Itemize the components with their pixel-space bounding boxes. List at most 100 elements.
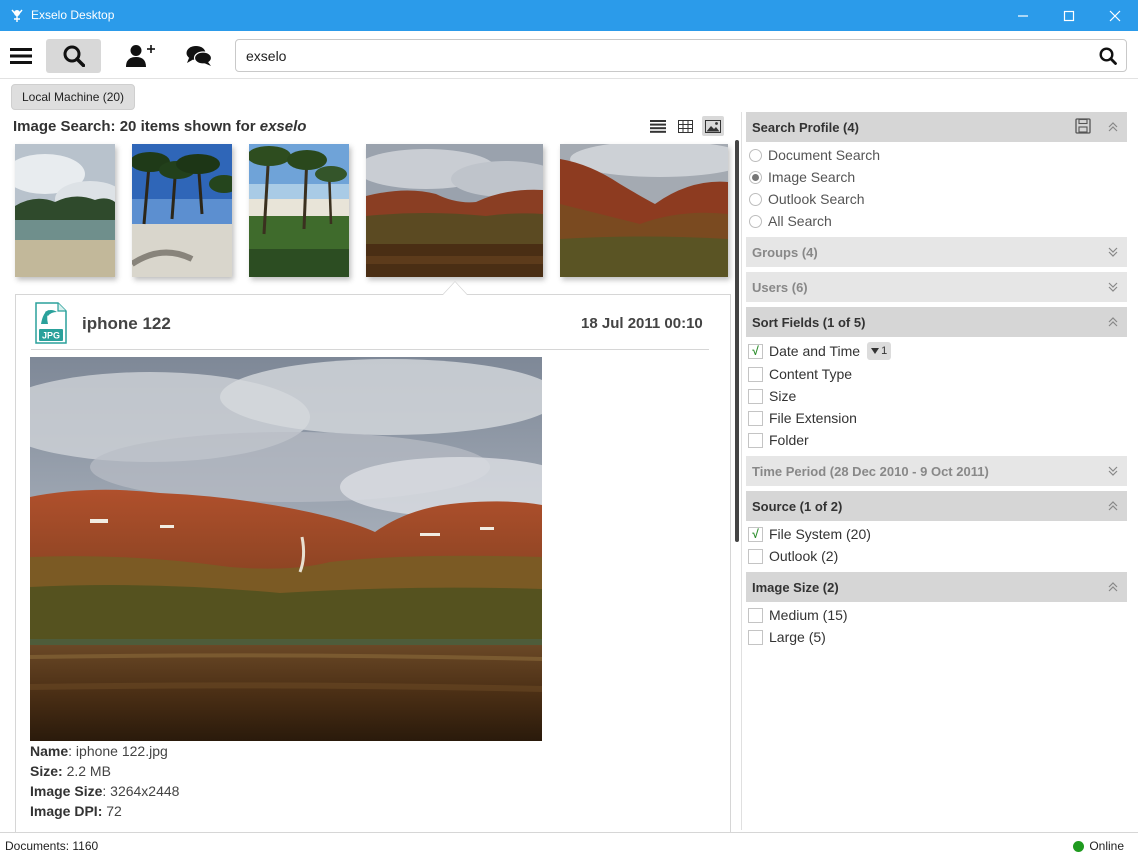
status-bar: Documents: 1160 Online: [0, 832, 1138, 857]
users-header[interactable]: Users (6): [746, 272, 1127, 302]
image-view-icon: [705, 119, 721, 133]
detail-file-date: 18 Jul 2011 00:10: [581, 315, 703, 332]
search-profile-header[interactable]: Search Profile (4): [746, 112, 1127, 142]
thumbnail-mountain-1[interactable]: [366, 144, 543, 277]
checkbox[interactable]: [748, 410, 763, 426]
thumbnail-palms-1[interactable]: [132, 144, 232, 277]
profile-option-image[interactable]: Image Search: [749, 169, 855, 185]
source-title: Source (1 of 2): [752, 499, 843, 514]
profile-option-document[interactable]: Document Search: [749, 147, 880, 163]
image-view-button[interactable]: [702, 116, 724, 136]
card-divider: [31, 349, 709, 350]
sort-desc-icon: [871, 348, 880, 354]
checkbox[interactable]: [748, 607, 763, 623]
sort-date-and-time[interactable]: √ Date and Time 1: [748, 342, 892, 360]
source-header[interactable]: Source (1 of 2): [746, 491, 1127, 521]
profile-option-all[interactable]: All Search: [749, 213, 832, 229]
close-icon: [1109, 10, 1121, 21]
add-user-button[interactable]: [120, 39, 162, 73]
search-mode-button[interactable]: [46, 39, 101, 73]
checkbox[interactable]: [748, 432, 763, 448]
app-logo-icon: [11, 9, 23, 22]
chevron-up-icon[interactable]: [1107, 316, 1119, 328]
search-submit-icon[interactable]: [1099, 47, 1117, 65]
sort-order-badge[interactable]: 1: [867, 342, 892, 360]
radio-outlook[interactable]: [749, 192, 762, 206]
chevron-up-icon[interactable]: [1107, 121, 1119, 133]
results-title-prefix: Image Search: 20 items shown for: [13, 118, 260, 135]
image-size-header[interactable]: Image Size (2): [746, 572, 1127, 602]
panel-divider: [741, 112, 742, 830]
groups-title: Groups (4): [752, 245, 818, 260]
sort-fields-title: Sort Fields (1 of 5): [752, 315, 866, 330]
results-query: exselo: [259, 118, 307, 135]
chevron-up-icon[interactable]: [1107, 581, 1119, 593]
profile-option-outlook[interactable]: Outlook Search: [749, 191, 865, 207]
jpg-file-icon: JPG: [35, 302, 67, 344]
sort-folder[interactable]: Folder: [748, 432, 809, 448]
sort-size[interactable]: Size: [748, 388, 796, 404]
radio-document[interactable]: [749, 148, 762, 162]
image-preview[interactable]: [30, 357, 542, 741]
image-size-medium[interactable]: Medium (15): [748, 607, 848, 623]
chevron-up-icon[interactable]: [1107, 500, 1119, 512]
checkbox[interactable]: [748, 548, 763, 564]
checkbox[interactable]: [748, 629, 763, 645]
minimize-icon: [1018, 14, 1028, 17]
menu-button[interactable]: [4, 39, 38, 73]
window-title: Exselo Desktop: [31, 8, 115, 22]
add-user-icon: [126, 45, 155, 67]
title-bar: Exselo Desktop: [0, 0, 1138, 31]
meta-image-size: Image Size: 3264x2448: [30, 783, 180, 799]
chat-icon: [186, 46, 212, 66]
time-period-title: Time Period (28 Dec 2010 - 9 Oct 2011): [752, 464, 989, 479]
search-icon: [63, 45, 85, 67]
search-field[interactable]: [235, 39, 1127, 72]
maximize-button[interactable]: [1046, 0, 1092, 31]
thumbnail-palms-2[interactable]: [249, 144, 349, 277]
scope-chip[interactable]: Local Machine (20): [11, 84, 136, 110]
search-profile-title: Search Profile (4): [752, 120, 859, 135]
hamburger-menu-icon: [10, 48, 32, 64]
thumbnail-beach-1[interactable]: [15, 144, 115, 277]
grid-view-icon: [677, 119, 693, 133]
close-button[interactable]: [1092, 0, 1138, 31]
thumbnail-mountain-2[interactable]: [560, 144, 728, 277]
save-icon[interactable]: [1075, 118, 1091, 134]
image-size-large[interactable]: Large (5): [748, 629, 826, 645]
meta-size: Size: 2.2 MB: [30, 763, 111, 779]
search-input[interactable]: [246, 45, 1076, 67]
list-view-button[interactable]: [647, 116, 669, 136]
results-title: Image Search: 20 items shown for exselo: [13, 118, 306, 135]
checkbox-checked[interactable]: √: [748, 526, 763, 542]
detail-file-name: iphone 122: [82, 314, 171, 333]
grid-view-button[interactable]: [674, 116, 696, 136]
time-period-header[interactable]: Time Period (28 Dec 2010 - 9 Oct 2011): [746, 456, 1127, 486]
online-status: Online: [1073, 839, 1124, 853]
radio-image[interactable]: [749, 170, 762, 184]
results-scrollbar-thumb[interactable]: [735, 140, 739, 542]
list-view-icon: [650, 119, 666, 133]
sort-file-extension[interactable]: File Extension: [748, 410, 857, 426]
chevron-down-icon[interactable]: [1107, 246, 1119, 258]
chevron-down-icon[interactable]: [1107, 281, 1119, 293]
chat-button[interactable]: [178, 39, 220, 73]
checkbox-checked[interactable]: √: [748, 343, 763, 359]
meta-name: Name: iphone 122.jpg: [30, 743, 168, 759]
meta-image-dpi: Image DPI: 72: [30, 803, 122, 819]
document-count: Documents: 1160: [5, 839, 99, 853]
file-type-label: JPG: [42, 331, 60, 341]
sort-fields-header[interactable]: Sort Fields (1 of 5): [746, 307, 1127, 337]
maximize-icon: [1063, 10, 1075, 21]
source-outlook[interactable]: Outlook (2): [748, 548, 838, 564]
online-indicator-icon: [1073, 840, 1085, 852]
radio-all[interactable]: [749, 214, 762, 228]
checkbox[interactable]: [748, 388, 763, 404]
users-title: Users (6): [752, 280, 808, 295]
sort-content-type[interactable]: Content Type: [748, 366, 852, 382]
source-file-system[interactable]: √ File System (20): [748, 526, 871, 542]
groups-header[interactable]: Groups (4): [746, 237, 1127, 267]
checkbox[interactable]: [748, 366, 763, 382]
chevron-down-icon[interactable]: [1107, 465, 1119, 477]
minimize-button[interactable]: [1000, 0, 1046, 31]
